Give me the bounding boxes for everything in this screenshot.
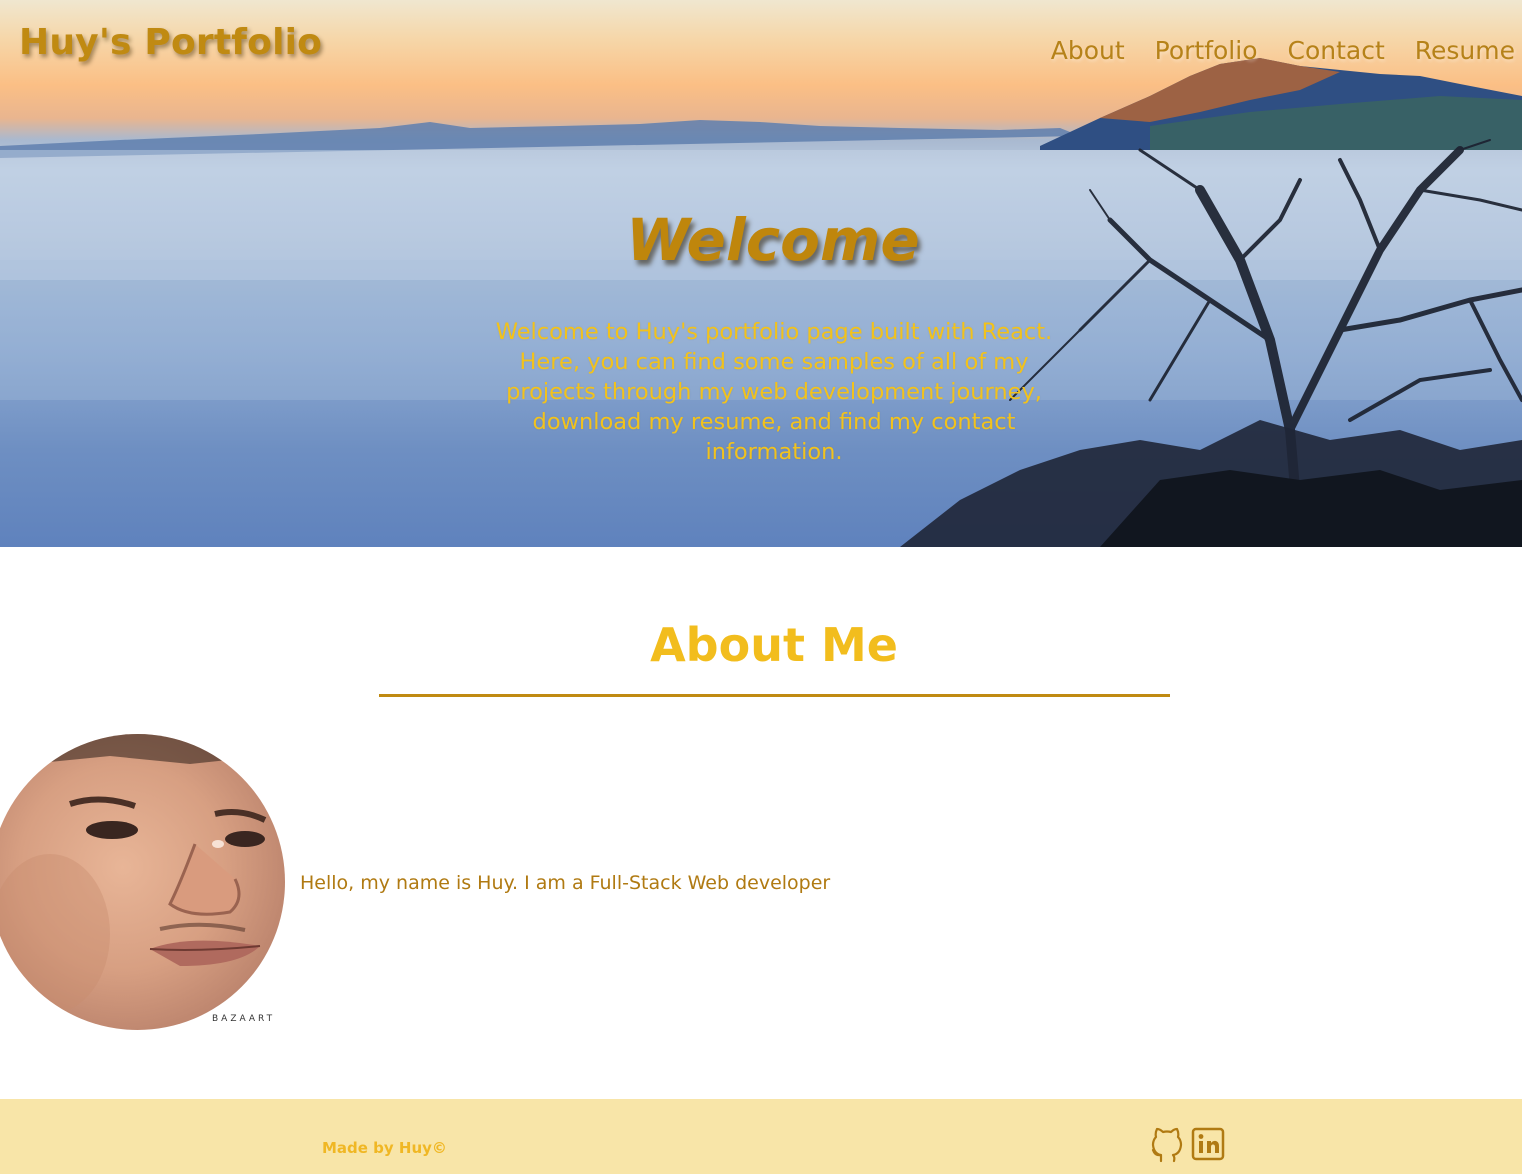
footer-credit: Made by Huy©: [322, 1139, 447, 1157]
linkedin-icon: [1191, 1127, 1225, 1161]
about-description: Hello, my name is Huy. I am a Full-Stack…: [300, 872, 831, 894]
avatar: [0, 734, 285, 1030]
social-links: [1149, 1127, 1227, 1163]
hero-title: Welcome: [626, 206, 920, 274]
github-icon: [1151, 1127, 1183, 1163]
about-divider: [379, 694, 1170, 697]
linkedin-link[interactable]: [1191, 1127, 1227, 1163]
nav-contact[interactable]: Contact: [1288, 36, 1385, 65]
avatar-watermark: BAZAART: [212, 1014, 276, 1024]
hero-section: Huy's Portfolio About Portfolio Contact …: [0, 0, 1522, 547]
site-brand[interactable]: Huy's Portfolio: [19, 22, 322, 63]
main-nav: About Portfolio Contact Resume: [1051, 36, 1515, 65]
footer: Made by Huy©: [0, 1099, 1522, 1174]
github-link[interactable]: [1149, 1127, 1185, 1163]
about-heading: About Me: [650, 618, 898, 672]
hero-description: Welcome to Huy's portfolio page built wi…: [495, 319, 1053, 465]
nav-resume[interactable]: Resume: [1415, 36, 1515, 65]
nav-portfolio[interactable]: Portfolio: [1155, 36, 1258, 65]
avatar-face-image: [0, 734, 285, 1014]
nav-about[interactable]: About: [1051, 36, 1125, 65]
